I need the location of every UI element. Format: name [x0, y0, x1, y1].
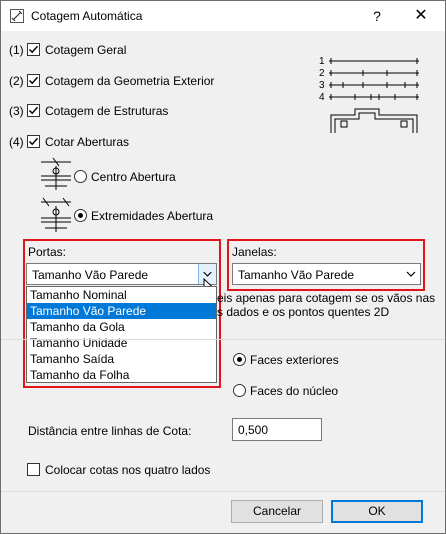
footer-separator: [1, 491, 445, 492]
centro-abertura-radio[interactable]: [74, 170, 87, 183]
cotagem-geometria-checkbox[interactable]: [27, 74, 40, 87]
option-1-number: (1): [9, 43, 24, 57]
cotagem-geral-checkbox[interactable]: [27, 43, 40, 56]
cotar-aberturas-checkbox[interactable]: [27, 135, 40, 148]
legend-number-4: 4: [319, 92, 325, 103]
legend-number-1: 1: [319, 56, 325, 67]
option-3-number: (3): [9, 104, 24, 118]
checkmark-icon: [28, 106, 39, 115]
dialog-window: Cotagem Automática ? ✕ (1) Cotagem Geral…: [0, 0, 446, 534]
janelas-selected-value: Tamanho Vão Parede: [238, 268, 355, 282]
legend-number-3: 3: [319, 80, 325, 91]
extremidades-abertura-label: Extremidades Abertura: [91, 209, 214, 223]
janelas-label: Janelas:: [232, 245, 277, 259]
cotagem-geral-label: Cotagem Geral: [45, 43, 127, 57]
cotagem-estruturas-label: Cotagem de Estruturas: [45, 104, 169, 118]
option-4-number: (4): [9, 135, 24, 149]
checkmark-icon: [28, 76, 39, 85]
dimension-legend-diagram: [329, 58, 419, 133]
cotar-aberturas-label: Cotar Aberturas: [45, 135, 130, 149]
portas-selected-value: Tamanho Vão Parede: [32, 268, 149, 282]
cancel-button[interactable]: Cancelar: [231, 500, 323, 523]
note-text-line-2: s dados e os pontos quentes 2D: [217, 305, 390, 319]
centro-abertura-label: Centro Abertura: [91, 170, 176, 184]
portas-label: Portas:: [28, 245, 67, 259]
portas-option-vao-parede[interactable]: Tamanho Vão Parede: [27, 303, 216, 319]
faces-nucleo-radio[interactable]: [233, 384, 246, 397]
title-bar: Cotagem Automática ? ✕: [1, 1, 445, 31]
close-button[interactable]: ✕: [399, 3, 443, 29]
option-2-number: (2): [9, 74, 24, 88]
note-text-line-1: eis apenas para cotagem se os vãos nas: [217, 291, 436, 305]
faces-exteriores-label: Faces exteriores: [250, 353, 339, 367]
faces-nucleo-label: Faces do núcleo: [250, 384, 339, 398]
portas-option-saida[interactable]: Tamanho Saída: [27, 351, 216, 367]
help-button[interactable]: ?: [365, 5, 389, 27]
distancia-input[interactable]: 0,500: [232, 418, 322, 441]
portas-option-nominal[interactable]: Tamanho Nominal: [27, 287, 216, 303]
janelas-dropdown[interactable]: Tamanho Vão Parede: [232, 263, 421, 285]
checkmark-icon: [28, 45, 39, 54]
distancia-label: Distância entre linhas de Cota:: [28, 424, 192, 438]
portas-dropdown[interactable]: Tamanho Vão Parede: [26, 263, 217, 285]
opening-center-icon: [41, 157, 71, 190]
chevron-down-icon[interactable]: [402, 264, 420, 284]
portas-option-folha[interactable]: Tamanho da Folha: [27, 367, 216, 383]
dimension-app-icon: [10, 9, 24, 23]
quatro-lados-label: Colocar cotas nos quatro lados: [45, 463, 211, 477]
checkmark-icon: [28, 137, 39, 146]
portas-option-unidade[interactable]: Tamanho Unidade: [27, 335, 216, 351]
distancia-value: 0,500: [238, 423, 269, 437]
window-title: Cotagem Automática: [31, 9, 143, 23]
separator-line: [1, 339, 445, 340]
legend-number-2: 2: [319, 68, 325, 79]
portas-options-list: Tamanho Nominal Tamanho Vão Parede Taman…: [26, 286, 217, 383]
portas-option-gola[interactable]: Tamanho da Gola: [27, 319, 216, 335]
cotagem-geometria-label: Cotagem da Geometria Exterior: [45, 74, 215, 88]
cotagem-estruturas-checkbox[interactable]: [27, 104, 40, 117]
quatro-lados-checkbox[interactable]: [27, 463, 40, 476]
ok-button[interactable]: OK: [331, 500, 423, 523]
extremidades-abertura-radio[interactable]: [74, 209, 87, 222]
opening-ends-icon: [41, 197, 71, 232]
faces-exteriores-radio[interactable]: [233, 353, 246, 366]
